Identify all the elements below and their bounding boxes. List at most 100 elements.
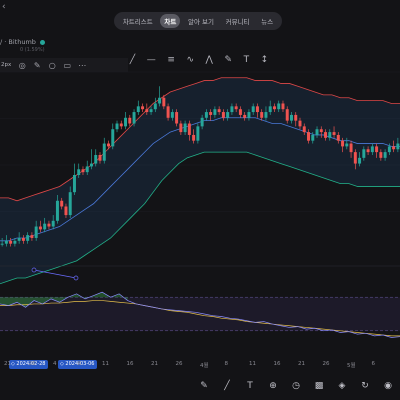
candle-body — [183, 123, 187, 133]
candle-body — [281, 103, 285, 110]
candle-body — [358, 157, 362, 164]
candle-body — [141, 106, 145, 110]
candle-body — [43, 223, 47, 230]
candle-body — [294, 114, 298, 121]
candle-body — [21, 237, 25, 241]
candle-body — [72, 175, 76, 193]
chart-type-icon[interactable]: ▩ — [313, 381, 325, 391]
add-icon[interactable]: ⊕ — [267, 381, 279, 391]
price-chart[interactable] — [0, 0, 400, 372]
candle-body — [179, 123, 183, 133]
candle-body — [230, 106, 234, 113]
x-axis-tick-label: 21 — [298, 361, 305, 367]
x-axis-tick-label: 16 — [273, 361, 281, 367]
candle-body — [149, 109, 153, 113]
candle-body — [217, 109, 221, 113]
candle-body — [102, 143, 106, 161]
candle-body — [247, 112, 251, 118]
x-axis-tick-label: 6 — [371, 361, 376, 367]
candle-body — [0, 243, 4, 245]
candle-body — [260, 112, 264, 118]
candle-body — [145, 109, 149, 113]
candle-body — [77, 169, 81, 176]
x-axis-tick-label: 16 — [126, 361, 134, 367]
candle-body — [290, 114, 293, 121]
layers-icon[interactable]: ◈ — [336, 381, 348, 391]
x-axis-tick-label: 26 — [175, 361, 183, 367]
candle-body — [47, 223, 51, 227]
text-icon[interactable]: T — [244, 381, 256, 391]
eye-icon[interactable]: ◉ — [382, 381, 394, 391]
trend-handle-end — [73, 275, 79, 281]
alert-icon[interactable]: ◷ — [290, 381, 302, 391]
candle-body — [238, 109, 242, 115]
candle-body — [319, 129, 323, 133]
line-icon[interactable]: ╱ — [221, 381, 233, 391]
candle-body — [55, 200, 59, 221]
candle-body — [375, 146, 379, 153]
candle-body — [90, 163, 93, 167]
bollinger-fill — [0, 77, 400, 284]
candle-body — [85, 166, 89, 173]
candle-body — [124, 117, 128, 127]
candle-body — [38, 226, 42, 230]
candle-body — [162, 97, 166, 107]
bottom-toolbar: ✎ ╱ T ⊕ ◷ ▩ ◈ ↻ ◉ — [0, 372, 400, 400]
candle-body — [30, 235, 34, 238]
candle-body — [336, 134, 340, 141]
candle-body — [264, 112, 268, 118]
candle-body — [204, 112, 208, 118]
candle-body — [221, 112, 225, 118]
trend-handle-start — [31, 267, 37, 273]
candle-body — [392, 146, 396, 150]
x-axis-tick-label: 4월 — [200, 363, 209, 369]
candle-body — [26, 235, 30, 241]
candle-body — [315, 129, 319, 135]
candle-body — [302, 126, 306, 133]
candle-body — [353, 152, 357, 164]
candle-body — [370, 146, 374, 153]
candle-body — [213, 109, 217, 115]
candle-body — [175, 112, 179, 124]
candle-body — [285, 109, 289, 121]
candle-body — [379, 152, 383, 158]
x-axis-tick-label: 26 — [28, 361, 36, 367]
x-axis-tick-label: 8 — [77, 361, 82, 367]
candle-body — [345, 143, 349, 147]
candle-body — [192, 134, 196, 141]
candle-body — [272, 106, 276, 110]
candle-body — [187, 123, 191, 135]
candle-body — [17, 237, 21, 241]
candle-body — [234, 106, 238, 110]
candle-body — [311, 134, 315, 141]
candle-body — [332, 132, 336, 135]
x-axis-tick-label: 26 — [322, 361, 330, 367]
x-axis-tick-label: 5월 — [347, 363, 356, 369]
candle-body — [200, 117, 204, 127]
candle-body — [153, 103, 157, 110]
candle-body — [362, 149, 366, 158]
candle-body — [98, 154, 102, 161]
candle-body — [307, 132, 310, 141]
candle-body — [243, 114, 247, 118]
sync-icon[interactable]: ↻ — [359, 381, 371, 391]
x-axis-tick-label: 21 — [4, 361, 11, 367]
candle-body — [136, 106, 140, 113]
candle-body — [298, 120, 302, 127]
candle-body — [115, 123, 119, 130]
candle-body — [132, 112, 136, 124]
candle-body — [196, 126, 200, 141]
candle-body — [64, 206, 68, 216]
candle-body — [166, 106, 170, 118]
candle-body — [251, 106, 255, 113]
candle-body — [268, 106, 272, 113]
pen-icon[interactable]: ✎ — [198, 381, 210, 391]
x-axis-tick-label: 4 — [53, 361, 57, 367]
candle-body — [34, 226, 38, 238]
drawn-trend-line — [33, 269, 77, 279]
candle-body — [226, 112, 230, 118]
candle-body — [396, 143, 400, 150]
candle-body — [170, 112, 174, 118]
candle-body — [68, 192, 72, 216]
candle-body — [328, 132, 332, 138]
